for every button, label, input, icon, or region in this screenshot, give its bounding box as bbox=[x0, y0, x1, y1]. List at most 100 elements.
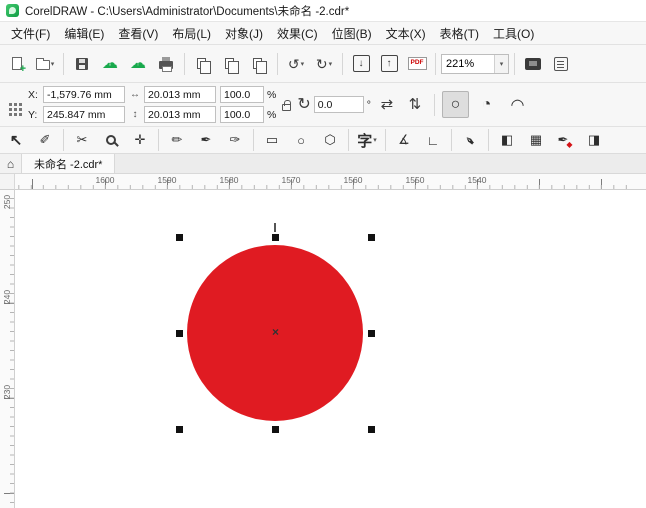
height-icon: ↕ bbox=[132, 109, 138, 120]
cloud-upload-icon: ☁ ↑ bbox=[130, 54, 146, 72]
lock-ratio-icon[interactable] bbox=[282, 100, 292, 111]
coreldraw-window: CorelDRAW - C:\Users\Administrator\Docum… bbox=[0, 0, 646, 508]
drawing-canvas[interactable]: × bbox=[15, 190, 646, 508]
artistic-media-tool[interactable]: ✑ bbox=[221, 128, 249, 153]
ellipse-mode-button[interactable]: ○ bbox=[441, 91, 469, 118]
redo-button[interactable]: ↻ ▾ bbox=[311, 50, 337, 78]
zoom-level-input[interactable] bbox=[442, 54, 494, 73]
object-origin-grid-icon[interactable] bbox=[9, 103, 12, 106]
selection-handle-bottom-right[interactable] bbox=[368, 426, 375, 433]
menu-file[interactable]: 文件(F) bbox=[4, 22, 57, 45]
cloud-download-icon: ☁ ↓ bbox=[102, 54, 118, 72]
export-button[interactable]: ↑ bbox=[376, 50, 402, 78]
text-tool[interactable]: 字 ▾ bbox=[353, 128, 381, 153]
document-tab[interactable]: 未命名 -2.cdr* bbox=[22, 154, 116, 173]
interactive-fill-icon: ◧ bbox=[500, 132, 514, 147]
redo-icon: ↻ bbox=[315, 55, 328, 72]
position-fields: X: Y: bbox=[28, 86, 125, 123]
toolbar-separator bbox=[277, 52, 278, 75]
x-position-input[interactable] bbox=[43, 86, 125, 103]
polygon-tool[interactable]: ⬡ bbox=[316, 128, 344, 153]
smart-fill-tool[interactable]: ▦ bbox=[522, 128, 550, 153]
selection-handle-top-center[interactable] bbox=[272, 234, 279, 241]
ellipse-icon: ○ bbox=[450, 95, 461, 113]
cut-button[interactable] bbox=[190, 50, 216, 78]
ruler-tick-label: 1580 bbox=[219, 175, 239, 185]
menu-object[interactable]: 对象(J) bbox=[218, 22, 270, 45]
y-position-input[interactable] bbox=[43, 106, 125, 123]
copy-button[interactable] bbox=[218, 50, 244, 78]
menu-bitmaps[interactable]: 位图(B) bbox=[325, 22, 379, 45]
selection-handle-middle-left[interactable] bbox=[176, 330, 183, 337]
menu-table[interactable]: 表格(T) bbox=[433, 22, 486, 45]
rectangle-tool[interactable]: ▭ bbox=[258, 128, 286, 153]
smart-fill-icon: ▦ bbox=[529, 132, 543, 147]
percent-label: % bbox=[267, 88, 277, 101]
home-button[interactable]: ⌂ bbox=[0, 154, 22, 173]
horizontal-ruler[interactable]: 1600 1590 1580 1570 1560 1550 1540 bbox=[15, 174, 646, 190]
chevron-down-icon[interactable]: ▾ bbox=[494, 54, 508, 73]
undo-button[interactable]: ↺ ▾ bbox=[283, 50, 309, 78]
eyedropper-tool[interactable]: ✒ bbox=[456, 128, 484, 153]
save-button[interactable] bbox=[69, 50, 95, 78]
fullscreen-preview-button[interactable] bbox=[520, 50, 546, 78]
shape-tool[interactable]: ✐ bbox=[31, 128, 59, 153]
fill-color-tool[interactable]: ◨ bbox=[580, 128, 608, 153]
ruler-origin-corner[interactable] bbox=[0, 174, 15, 190]
object-center-marker[interactable]: × bbox=[269, 325, 282, 338]
crop-tool[interactable]: ✂ bbox=[68, 128, 96, 153]
print-button[interactable] bbox=[153, 50, 179, 78]
pie-mode-button[interactable]: ◔ bbox=[473, 91, 500, 118]
object-width-input[interactable] bbox=[144, 86, 216, 103]
arc-mode-button[interactable]: ◠ bbox=[504, 91, 531, 118]
menu-bar: 文件(F) 编辑(E) 查看(V) 布局(L) 对象(J) 效果(C) 位图(B… bbox=[0, 22, 646, 45]
bezier-tool[interactable]: ✒ bbox=[192, 128, 220, 153]
menu-tools[interactable]: 工具(O) bbox=[486, 22, 541, 45]
pie-icon: ◔ bbox=[481, 95, 492, 113]
selection-handle-top-right[interactable] bbox=[368, 234, 375, 241]
object-height-input[interactable] bbox=[144, 106, 216, 123]
save-to-cloud-button[interactable]: ☁ ↑ bbox=[125, 50, 151, 78]
scale-x-input[interactable] bbox=[220, 86, 264, 103]
open-from-cloud-button[interactable]: ☁ ↓ bbox=[97, 50, 123, 78]
pick-tool[interactable]: ↖ bbox=[2, 128, 30, 153]
zoom-tool-icon bbox=[106, 135, 116, 145]
menu-view[interactable]: 查看(V) bbox=[111, 22, 165, 45]
ruler-tick-label: 1560 bbox=[343, 175, 363, 185]
pan-tool-icon: ✛ bbox=[134, 132, 146, 147]
selection-handle-bottom-center[interactable] bbox=[272, 426, 279, 433]
open-button[interactable]: ▾ bbox=[32, 50, 58, 78]
outline-pen-tool[interactable]: ✒ ◆ bbox=[551, 128, 579, 153]
publish-to-pdf-button[interactable]: PDF bbox=[404, 50, 430, 78]
ellipse-tool[interactable]: ○ bbox=[287, 128, 315, 153]
menu-edit[interactable]: 编辑(E) bbox=[57, 22, 111, 45]
propbar-separator bbox=[433, 93, 435, 116]
ellipse-node[interactable] bbox=[274, 223, 276, 232]
connector-tool[interactable]: ∟ bbox=[419, 128, 447, 153]
pan-tool[interactable]: ✛ bbox=[126, 128, 154, 153]
new-document-button[interactable] bbox=[4, 50, 30, 78]
import-button[interactable]: ↓ bbox=[348, 50, 374, 78]
dimension-tool[interactable]: ∡ bbox=[390, 128, 418, 153]
menu-effects[interactable]: 效果(C) bbox=[270, 22, 325, 45]
scale-y-input[interactable] bbox=[220, 106, 264, 123]
menu-text[interactable]: 文本(X) bbox=[379, 22, 433, 45]
undo-icon: ↺ bbox=[287, 55, 300, 72]
selection-handle-bottom-left[interactable] bbox=[176, 426, 183, 433]
zoom-tool[interactable] bbox=[97, 128, 125, 153]
application-launcher-button[interactable] bbox=[548, 50, 574, 78]
document-tab-bar: ⌂ 未命名 -2.cdr* bbox=[0, 154, 646, 174]
menu-layout[interactable]: 布局(L) bbox=[165, 22, 218, 45]
selection-handle-middle-right[interactable] bbox=[368, 330, 375, 337]
zoom-level-combo[interactable]: ▾ bbox=[441, 53, 509, 74]
selection-handle-top-left[interactable] bbox=[176, 234, 183, 241]
freehand-tool[interactable]: ✏ bbox=[163, 128, 191, 153]
import-icon: ↓ bbox=[352, 55, 370, 72]
standard-toolbar: ▾ ☁↓ ☁↑ ↺▾ ↻▾ ↓ ↑ PDF ▾ bbox=[0, 45, 646, 83]
rotation-angle-input[interactable] bbox=[313, 96, 364, 113]
mirror-horizontal-button[interactable]: ⇄ bbox=[375, 92, 399, 118]
paste-button[interactable] bbox=[246, 50, 272, 78]
vertical-ruler[interactable]: 250 240 230 bbox=[0, 190, 15, 508]
interactive-fill-tool[interactable]: ◧ bbox=[493, 128, 521, 153]
mirror-vertical-button[interactable]: ⇅ bbox=[403, 92, 427, 118]
